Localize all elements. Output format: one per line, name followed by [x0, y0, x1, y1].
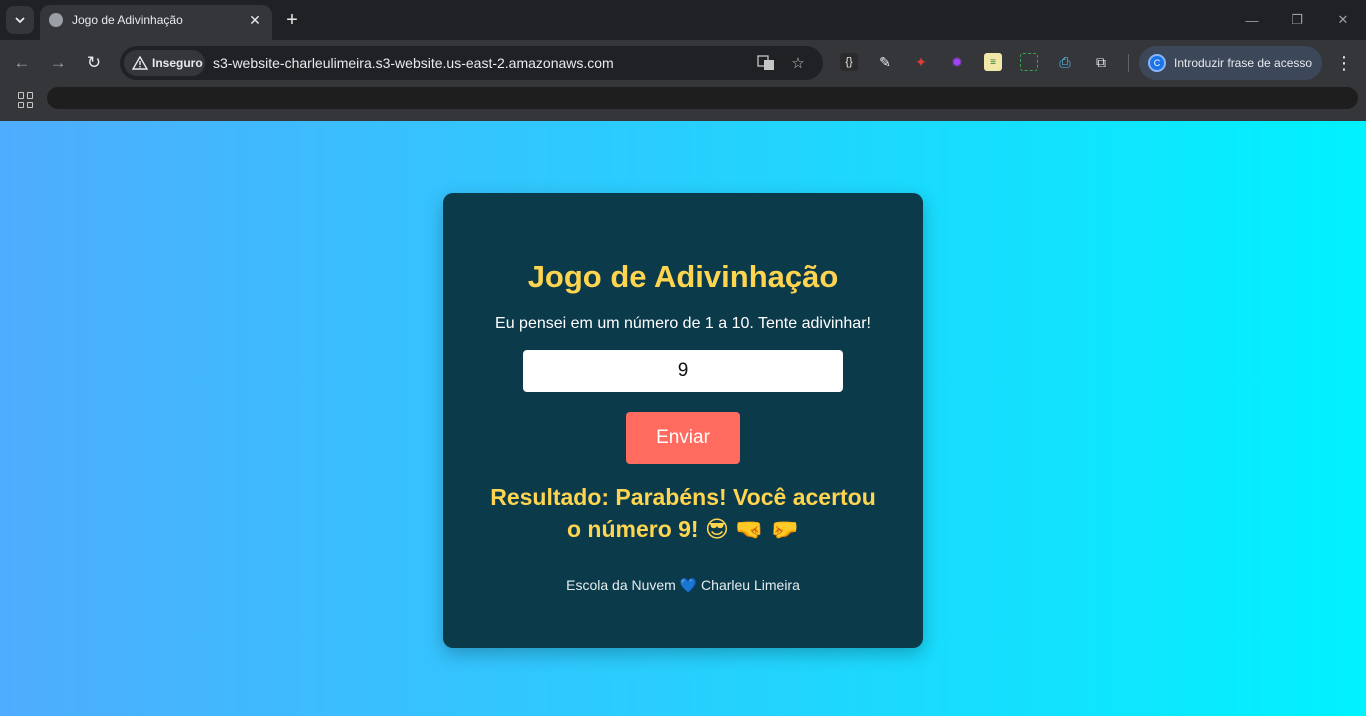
- guess-input[interactable]: [523, 350, 843, 392]
- submit-button[interactable]: Enviar: [626, 412, 740, 464]
- reload-button[interactable]: ↻: [82, 51, 106, 75]
- globe-icon: [49, 13, 63, 27]
- page-viewport: Jogo de Adivinhação Eu pensei em um núme…: [0, 121, 1366, 716]
- security-label: Inseguro: [152, 56, 203, 70]
- translate-icon[interactable]: [756, 53, 776, 73]
- toolbar: ← → ↻ Inseguro s3-website-charleulimeira…: [0, 40, 1366, 85]
- bookmarks-area: [47, 87, 1358, 109]
- back-button[interactable]: ←: [10, 51, 34, 75]
- star-icon[interactable]: ☆: [788, 53, 808, 73]
- security-chip[interactable]: Inseguro: [124, 50, 205, 76]
- puzzle-extensions-icon[interactable]: ⧉: [1092, 53, 1110, 71]
- tab-strip: Jogo de Adivinhação ✕ + — ❐ ✕: [0, 0, 1366, 40]
- footer-credit: Escola da Nuvem 💙 Charleu Limeira: [566, 577, 800, 593]
- gear-extension-icon[interactable]: ✹: [948, 53, 966, 71]
- tab-title: Jogo de Adivinhação: [72, 13, 183, 27]
- bird-extension-icon[interactable]: ✦: [912, 53, 930, 71]
- profile-button[interactable]: C Introduzir frase de acesso: [1139, 46, 1322, 80]
- toolbar-divider: [1128, 54, 1129, 72]
- arrow-right-icon: →: [49, 53, 67, 72]
- url-text[interactable]: s3-website-charleulimeira.s3-website.us-…: [213, 55, 614, 71]
- warning-icon: [132, 56, 148, 70]
- reload-icon: ↻: [86, 53, 102, 72]
- kebab-menu-icon[interactable]: ⋮: [1334, 51, 1354, 75]
- eyedropper-extension-icon[interactable]: ✎: [876, 53, 894, 71]
- browser-window: Jogo de Adivinhação ✕ + — ❐ ✕ ← → ↻ Inse…: [0, 0, 1366, 716]
- apps-grid-icon[interactable]: [18, 92, 34, 108]
- profile-label: Introduzir frase de acesso: [1174, 56, 1313, 70]
- page-title: Jogo de Adivinhação: [527, 259, 839, 294]
- screenshot-extension-icon[interactable]: [1020, 53, 1038, 71]
- printer-extension-icon[interactable]: ⎙: [1056, 53, 1074, 71]
- tab-search-button[interactable]: [6, 6, 34, 34]
- address-bar[interactable]: Inseguro s3-website-charleulimeira.s3-we…: [120, 46, 823, 80]
- arrow-left-icon: ←: [13, 53, 31, 72]
- instructions-text: Eu pensei em um número de 1 a 10. Tente …: [495, 315, 871, 332]
- close-tab-icon[interactable]: ✕: [246, 11, 264, 29]
- close-window-icon[interactable]: ✕: [1333, 10, 1353, 30]
- restore-icon[interactable]: ❐: [1287, 10, 1307, 30]
- result-text: Resultado: Parabéns! Você acertou o núme…: [490, 484, 876, 542]
- chevron-down-icon: [15, 17, 25, 24]
- avatar: C: [1148, 54, 1166, 72]
- game-card: Jogo de Adivinhação Eu pensei em um núme…: [443, 193, 923, 648]
- forward-button[interactable]: →: [46, 51, 70, 75]
- new-tab-button[interactable]: +: [280, 8, 304, 32]
- active-tab[interactable]: Jogo de Adivinhação ✕: [40, 5, 272, 40]
- json-extension-icon[interactable]: {}: [840, 53, 858, 71]
- bookmarks-bar: [0, 85, 1366, 121]
- minimize-icon[interactable]: —: [1242, 10, 1262, 30]
- sheet-extension-icon[interactable]: ≡: [984, 53, 1002, 71]
